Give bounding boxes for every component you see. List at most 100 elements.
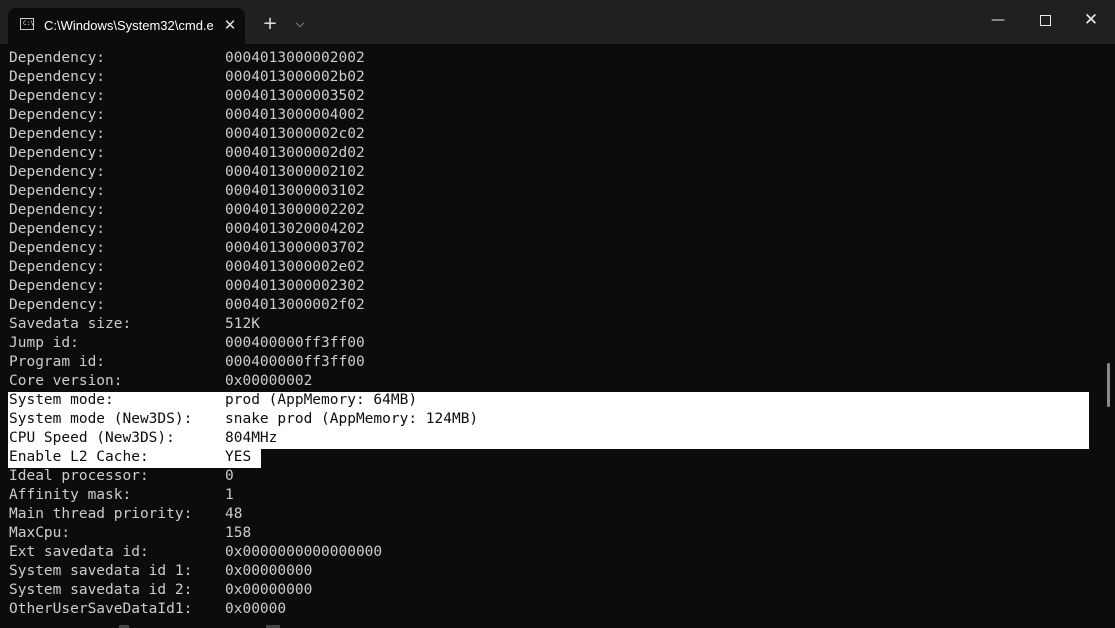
terminal-line-label: Dependency: — [9, 259, 106, 275]
terminal-line-value: 0004013000004002 — [225, 107, 365, 123]
terminal-line-label: System savedata id 2: — [9, 582, 193, 598]
terminal-line-label: Dependency: — [9, 183, 106, 199]
terminal-line-label: MaxCpu: — [9, 525, 71, 541]
terminal-line-value: 48 — [225, 506, 243, 522]
maximize-icon — [1040, 15, 1051, 26]
terminal-line-value: 0004013000002102 — [225, 164, 365, 180]
terminal-line-value: prod (AppMemory: 64MB) — [225, 392, 418, 408]
terminal-line: Dependency: 0004013020004202 — [0, 220, 1100, 239]
terminal-line-label: Dependency: — [9, 126, 106, 142]
terminal-line-label: Dependency: — [9, 107, 106, 123]
minimize-button[interactable]: — — [975, 0, 1021, 40]
terminal-line-label: Affinity mask: — [9, 487, 132, 503]
terminal-line-label: Dependency: — [9, 50, 106, 66]
terminal-line-label: Ideal processor: — [9, 468, 149, 484]
terminal-line: Dependency: 0004013000002b02 — [0, 68, 1100, 87]
scrollbar-thumb[interactable] — [1107, 363, 1110, 407]
terminal-line-value: 000400000ff3ff00 — [225, 354, 365, 370]
terminal-line-value: 158 — [225, 525, 252, 541]
terminal-line-label: Dependency: — [9, 240, 106, 256]
terminal-line-label: CPU Speed (New3DS): — [9, 430, 175, 446]
terminal-line-value: 0004013000002002 — [225, 50, 365, 66]
terminal-line: Dependency: 0004013000002f02 — [0, 296, 1100, 315]
terminal-line-value: 0004013000003102 — [225, 183, 365, 199]
terminal-line: Ideal processor: 0 — [0, 467, 1100, 486]
terminal-line: Affinity mask: 1 — [0, 486, 1100, 505]
terminal-window: C:\ C:\Windows\System32\cmd.e ✕ + ⌵ — ✕ … — [0, 0, 1115, 628]
terminal-line-label: Dependency: — [9, 278, 106, 294]
close-tab-icon[interactable]: ✕ — [220, 15, 240, 35]
terminal-line-value: 0004013000002e02 — [225, 259, 365, 275]
terminal-line: Dependency: 0004013000002002 — [0, 49, 1100, 68]
terminal-line: Program id: 000400000ff3ff00 — [0, 353, 1100, 372]
terminal-line: System mode (New3DS): snake prod (AppMemo… — [0, 410, 1100, 429]
new-tab-icon[interactable]: + — [258, 12, 282, 36]
terminal-line: Dependency: 0004013000003502 — [0, 87, 1100, 106]
title-bar[interactable]: C:\ C:\Windows\System32\cmd.e ✕ + ⌵ — ✕ — [0, 0, 1115, 44]
terminal-line-value: 000400000ff3ff00 — [225, 335, 365, 351]
terminal-line: Dependency: 0004013000002102 — [0, 163, 1100, 182]
terminal-line-label: Dependency: — [9, 164, 106, 180]
terminal-line-value: 0004013020004202 — [225, 221, 365, 237]
terminal-line: Enable L2 Cache: YES — [0, 448, 1100, 467]
terminal-line-label: System mode (New3DS): — [9, 411, 193, 427]
terminal-line: System mode: prod (AppMemory: 64MB) — [0, 391, 1100, 410]
terminal-line-label: Dependency: — [9, 202, 106, 218]
terminal-line-value: 512K — [225, 316, 260, 332]
terminal-line-label: Ext savedata id: — [9, 544, 149, 560]
terminal-line-value: YES — [225, 449, 252, 465]
terminal-line: System savedata id 2: 0x00000000 — [0, 581, 1100, 600]
maximize-button[interactable] — [1021, 0, 1067, 40]
terminal-line-label: Jump id: — [9, 335, 79, 351]
terminal-line-value: 0x0000000000000000 — [225, 544, 383, 560]
terminal-line-value: snake prod (AppMemory: 124MB) — [225, 411, 479, 427]
tab-title: C:\Windows\System32\cmd.e — [44, 18, 214, 33]
terminal-line-value: 0x00000000 — [225, 563, 313, 579]
terminal-line-label: System mode: — [9, 392, 114, 408]
terminal-line-value: 804MHz — [225, 430, 278, 446]
terminal-line-value: 0x00000000 — [225, 582, 313, 598]
terminal-line: Dependency: 0004013000004002 — [0, 106, 1100, 125]
terminal-line-label: Dependency: — [9, 145, 106, 161]
terminal-line: Ext savedata id: 0x0000000000000000 — [0, 543, 1100, 562]
terminal-line-label: Dependency: — [9, 88, 106, 104]
terminal-line-value: 0004013000003502 — [225, 88, 365, 104]
tab-cmd[interactable]: C:\ C:\Windows\System32\cmd.e ✕ — [8, 8, 245, 44]
terminal-line-label: Dependency: — [9, 69, 106, 85]
terminal-line: Savedata size: 512K — [0, 315, 1100, 334]
terminal-line-label: Enable L2 Cache: — [9, 449, 149, 465]
terminal-line: Dependency: 0004013000003702 — [0, 239, 1100, 258]
cmd-prompt-icon-text: C:\ — [23, 20, 34, 27]
terminal-line-value: 0004013000002f02 — [225, 297, 365, 313]
terminal-line-value: 0004013000002c02 — [225, 126, 365, 142]
terminal-line-value: 0004013000003702 — [225, 240, 365, 256]
terminal-line-label: Core version: — [9, 373, 123, 389]
terminal-line-value: 0 — [225, 468, 234, 484]
terminal-line-label: OtherUserSaveDataId1: — [9, 601, 193, 617]
terminal-line: Dependency: 0004013000002302 — [0, 277, 1100, 296]
terminal-line: Jump id: 000400000ff3ff00 — [0, 334, 1100, 353]
terminal-line-label: System savedata id 1: — [9, 563, 193, 579]
terminal-line-value: 0004013000002302 — [225, 278, 365, 294]
terminal-line-value: 1 — [225, 487, 234, 503]
terminal-line: System savedata id 1: 0x00000000 — [0, 562, 1100, 581]
terminal-output[interactable]: Dependency: 0004013000002002 Dependency: 00… — [0, 44, 1104, 628]
terminal-line-value: 0x00000 — [225, 601, 287, 617]
terminal-line: Dependency: 0004013000003102 — [0, 182, 1100, 201]
chevron-down-icon[interactable]: ⌵ — [289, 12, 311, 36]
terminal-line-label: Dependency: — [9, 221, 106, 237]
terminal-line-value: 0004013000002202 — [225, 202, 365, 218]
terminal-line: OtherUserSaveDataId1: 0x00000 — [0, 600, 1100, 619]
terminal-line: Core version: 0x00000002 — [0, 372, 1100, 391]
terminal-line-value: 0004013000002d02 — [225, 145, 365, 161]
terminal-line: MaxCpu: 158 — [0, 524, 1100, 543]
cmd-prompt-icon: C:\ — [20, 18, 34, 30]
terminal-line: Dependency: 0004013000002d02 — [0, 144, 1100, 163]
terminal-line-label: Dependency: — [9, 297, 106, 313]
terminal-line: CPU Speed (New3DS): 804MHz — [0, 429, 1100, 448]
terminal-line: Dependency: 0004013000002202 — [0, 201, 1100, 220]
terminal-line: Dependency: 0004013000002e02 — [0, 258, 1100, 277]
terminal-line: Main thread priority: 48 — [0, 505, 1100, 524]
close-window-button[interactable]: ✕ — [1068, 0, 1114, 40]
terminal-line-value: 0004013000002b02 — [225, 69, 365, 85]
